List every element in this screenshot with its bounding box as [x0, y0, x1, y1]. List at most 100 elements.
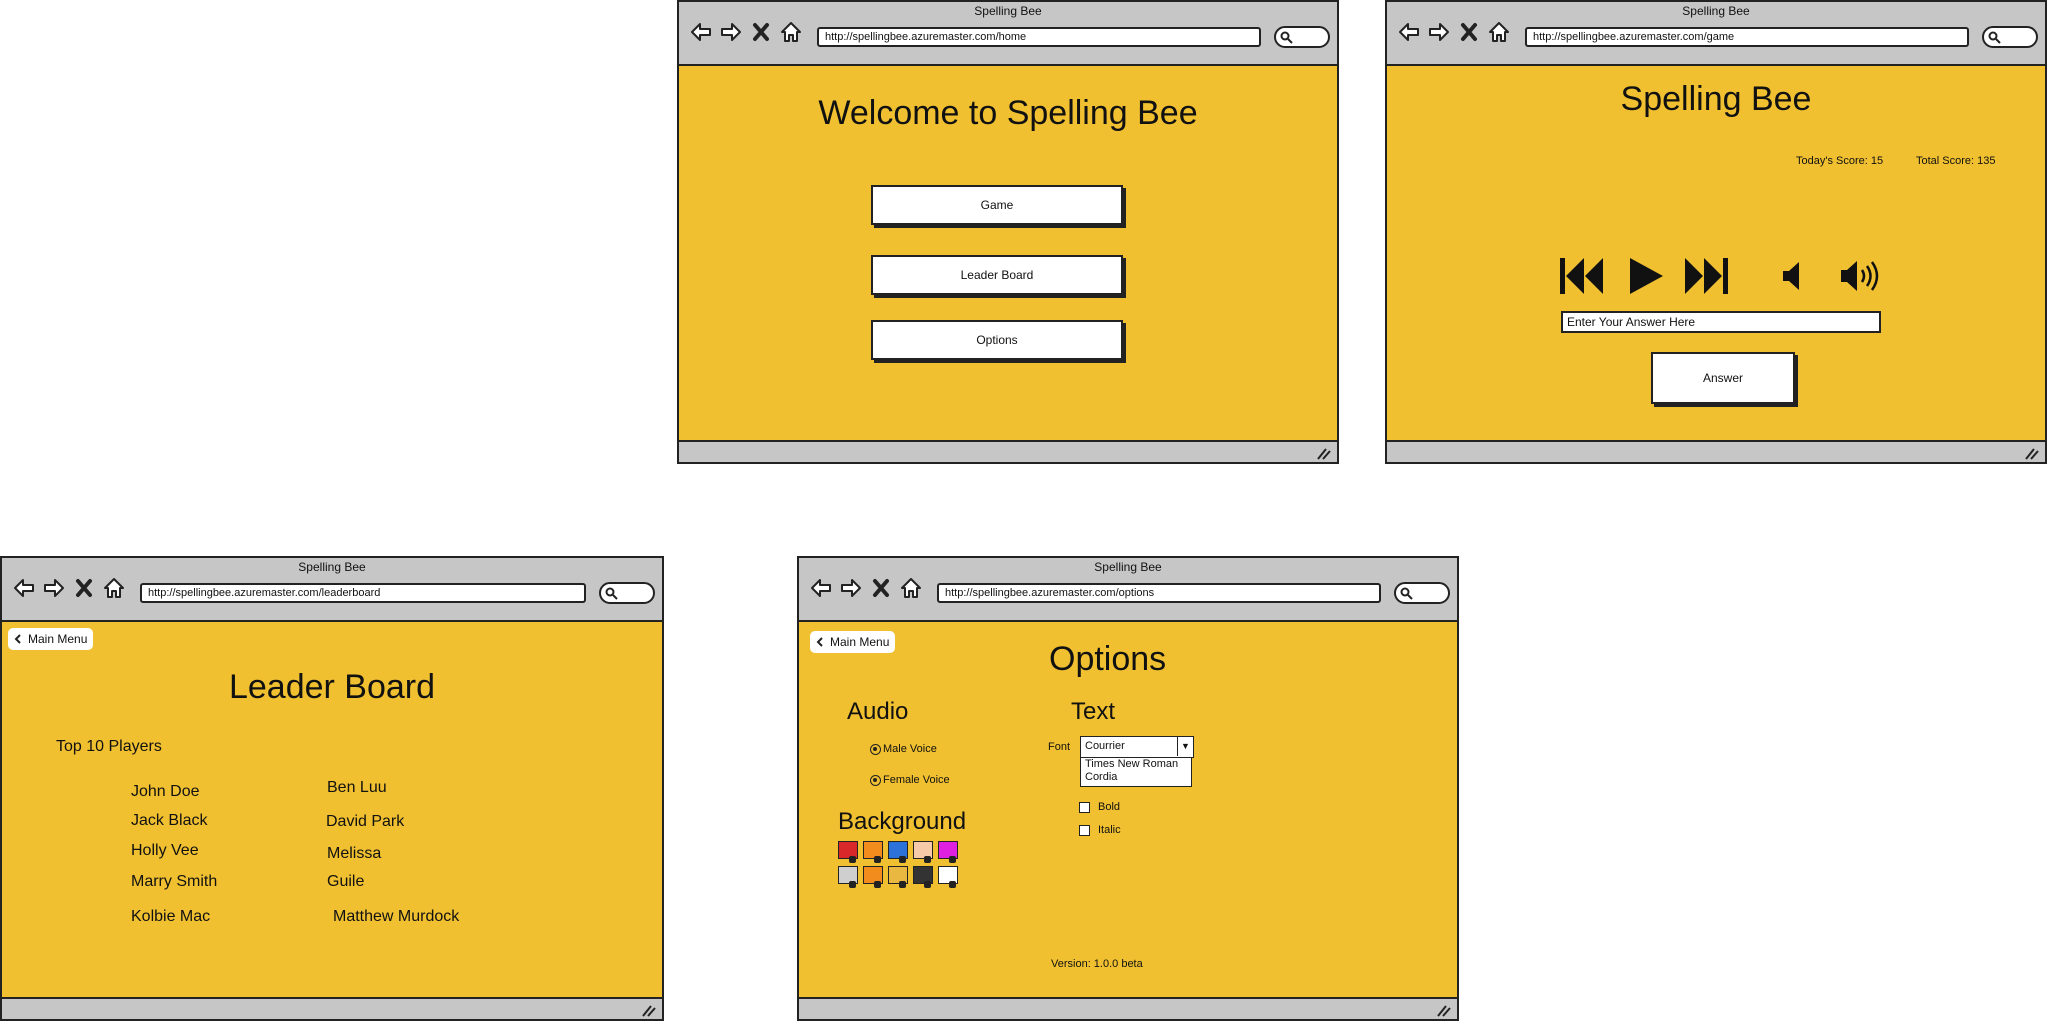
close-icon[interactable]	[749, 20, 773, 44]
forward-arrow-icon[interactable]	[839, 576, 863, 600]
forward-arrow-icon[interactable]	[719, 20, 743, 44]
skip-forward-icon[interactable]	[1682, 256, 1730, 296]
volume-low-icon[interactable]	[1781, 260, 1803, 292]
address-bar[interactable]: http://spellingbee.azuremaster.com/leade…	[140, 583, 586, 603]
address-bar[interactable]: http://spellingbee.azuremaster.com/game	[1525, 27, 1969, 47]
status-bar	[1387, 440, 2045, 462]
female-voice-radio[interactable]: Female Voice	[870, 774, 950, 786]
window-title: Spelling Bee	[1094, 560, 1162, 574]
volume-high-icon[interactable]	[1839, 258, 1883, 294]
resize-grip-icon[interactable]	[640, 1003, 656, 1017]
status-bar	[679, 440, 1337, 462]
font-select[interactable]: Courrier ▼	[1080, 736, 1194, 758]
font-label: Font	[1048, 741, 1071, 753]
radio-selected-icon	[870, 743, 881, 755]
color-swatch[interactable]	[938, 866, 958, 888]
player-name: Marry Smith	[131, 873, 218, 890]
resize-grip-icon[interactable]	[1315, 446, 1331, 460]
browser-chrome: Spelling Bee http://spellingbee.azuremas…	[799, 558, 1457, 622]
close-icon[interactable]	[72, 576, 96, 600]
forward-arrow-icon[interactable]	[1427, 20, 1451, 44]
italic-label: Italic	[1098, 824, 1121, 836]
color-swatch[interactable]	[838, 866, 858, 888]
window-title: Spelling Bee	[974, 4, 1042, 18]
color-swatch[interactable]	[888, 841, 908, 863]
back-arrow-icon[interactable]	[12, 576, 36, 600]
female-voice-label: Female Voice	[883, 774, 950, 786]
skip-back-icon[interactable]	[1558, 256, 1606, 296]
male-voice-radio[interactable]: Male Voice	[870, 743, 937, 755]
back-arrow-icon[interactable]	[689, 20, 713, 44]
main-menu-label: Main Menu	[830, 635, 890, 649]
background-heading: Background	[838, 808, 967, 835]
color-swatch[interactable]	[838, 841, 858, 863]
font-option[interactable]: Times New Roman	[1085, 758, 1191, 771]
search-icon	[605, 587, 618, 600]
options-window: Spelling Bee http://spellingbee.azuremas…	[797, 556, 1459, 1021]
player-name: Kolbie Mac	[131, 908, 211, 925]
forward-arrow-icon[interactable]	[42, 576, 66, 600]
browser-chrome: Spelling Bee http://spellingbee.azuremas…	[2, 558, 662, 622]
nav-buttons	[12, 576, 126, 600]
color-swatch[interactable]	[863, 866, 883, 888]
search-icon	[1988, 31, 2001, 44]
search-icon	[1280, 31, 1293, 44]
back-arrow-icon[interactable]	[1397, 20, 1421, 44]
home-icon[interactable]	[102, 576, 126, 600]
resize-grip-icon[interactable]	[2023, 446, 2039, 460]
color-swatch[interactable]	[938, 841, 958, 863]
home-icon[interactable]	[779, 20, 803, 44]
bold-checkbox[interactable]: Bold	[1079, 801, 1120, 813]
search-field[interactable]	[1982, 26, 2038, 48]
browser-chrome: Spelling Bee http://spellingbee.azuremas…	[1387, 2, 2045, 66]
color-swatch[interactable]	[863, 841, 883, 863]
game-button[interactable]: Game	[871, 185, 1123, 225]
window-title: Spelling Bee	[298, 560, 366, 574]
version-label: Version: 1.0.0 beta	[1051, 958, 1143, 970]
color-swatch[interactable]	[913, 841, 933, 863]
home-icon[interactable]	[1487, 20, 1511, 44]
chevron-left-icon	[816, 637, 823, 647]
play-icon[interactable]	[1627, 256, 1665, 296]
main-menu-label: Main Menu	[28, 632, 88, 646]
color-swatch[interactable]	[913, 866, 933, 888]
address-bar[interactable]: http://spellingbee.azuremaster.com/optio…	[937, 583, 1381, 603]
options-button[interactable]: Options	[871, 320, 1123, 360]
top-players-heading: Top 10 Players	[56, 738, 162, 755]
nav-buttons	[689, 20, 803, 44]
resize-grip-icon[interactable]	[1435, 1003, 1451, 1017]
close-icon[interactable]	[869, 576, 893, 600]
total-score: Total Score: 135	[1916, 155, 1996, 167]
answer-input[interactable]: Enter Your Answer Here	[1561, 311, 1881, 333]
leaderboard-window: Spelling Bee http://spellingbee.azuremas…	[0, 556, 664, 1021]
font-option[interactable]: Cordia	[1085, 771, 1191, 784]
search-field[interactable]	[1394, 582, 1450, 604]
main-menu-button[interactable]: Main Menu	[810, 631, 896, 653]
search-field[interactable]	[599, 582, 655, 604]
search-field[interactable]	[1274, 26, 1330, 48]
player-name: David Park	[326, 813, 405, 830]
search-icon	[1400, 587, 1413, 600]
text-heading: Text	[1071, 698, 1116, 725]
audio-heading: Audio	[847, 698, 909, 725]
player-name: Matthew Murdock	[333, 908, 460, 925]
bold-label: Bold	[1098, 801, 1121, 813]
leaderboard-button[interactable]: Leader Board	[871, 255, 1123, 295]
answer-button[interactable]: Answer	[1651, 352, 1795, 404]
home-window: Spelling Bee http://spellingbee.azuremas…	[677, 0, 1339, 464]
dropdown-arrow-icon[interactable]: ▼	[1177, 737, 1193, 756]
player-name: Melissa	[327, 845, 382, 862]
main-menu-button[interactable]: Main Menu	[8, 628, 94, 650]
close-icon[interactable]	[1457, 20, 1481, 44]
player-name: Guile	[327, 873, 365, 890]
italic-checkbox[interactable]: Italic	[1079, 824, 1121, 836]
home-icon[interactable]	[899, 576, 923, 600]
checkbox-icon	[1079, 801, 1090, 813]
back-arrow-icon[interactable]	[809, 576, 833, 600]
player-name: John Doe	[131, 783, 200, 800]
address-bar[interactable]: http://spellingbee.azuremaster.com/home	[817, 27, 1261, 47]
game-window: Spelling Bee http://spellingbee.azuremas…	[1385, 0, 2047, 464]
color-swatch[interactable]	[888, 866, 908, 888]
player-name: Jack Black	[131, 812, 208, 829]
checkbox-icon	[1079, 824, 1090, 836]
